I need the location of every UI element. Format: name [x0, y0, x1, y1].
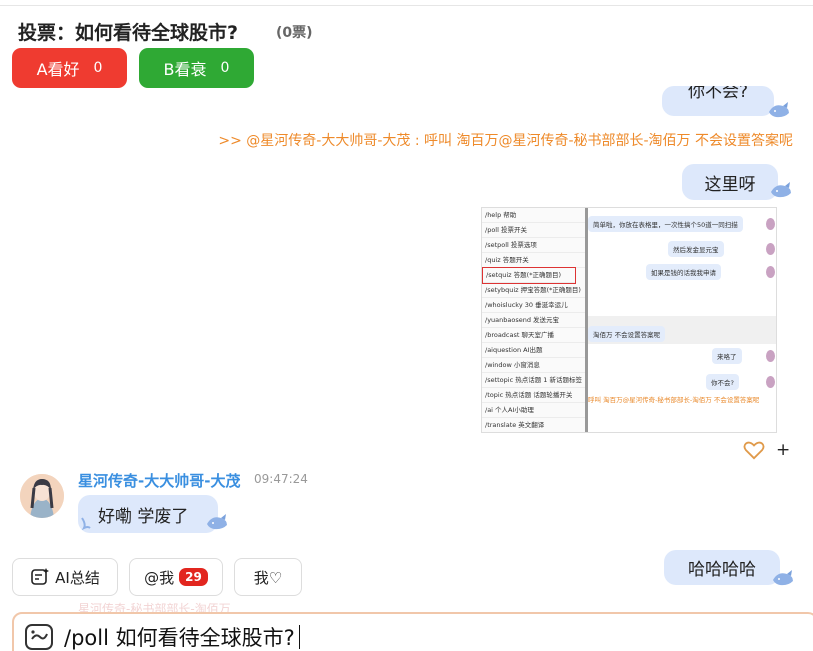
- vote-option-b-count: 0: [220, 60, 230, 76]
- whale-sticker-icon: [771, 182, 791, 198]
- command-item: /help 帮助: [482, 208, 585, 223]
- vote-option-a-count: 0: [93, 60, 103, 76]
- message-bubble-user: 好嘞 学废了: [78, 495, 218, 533]
- ai-summary-label: AI总结: [55, 568, 100, 587]
- ai-summary-button[interactable]: AI总结: [12, 558, 118, 596]
- mini-bubble: 如果是钱的话我我申请: [646, 264, 721, 280]
- command-item: /topic 热点话题 话题轮播开关: [482, 388, 585, 403]
- text-caret: [298, 625, 300, 649]
- mini-bubble: 来咯了: [712, 348, 742, 364]
- message-bubble-haha: 哈哈哈哈: [664, 550, 780, 585]
- mini-bubble: 简单啦，你放在表格里，一次性搞个50道一同扫描: [588, 216, 743, 232]
- whale-sticker-icon: [769, 102, 789, 118]
- command-item: /yuanbaosend 发送元宝: [482, 313, 585, 328]
- my-likes-label: 我♡: [253, 568, 283, 587]
- command-item: /ai 个人AI小助理: [482, 403, 585, 418]
- command-list: /help 帮助 /poll 投票开关 /setpoll 投票选项 /quiz …: [482, 208, 588, 432]
- whale-sticker-icon: [773, 570, 793, 586]
- message-timestamp: 09:47:24: [254, 472, 308, 486]
- command-item-highlighted: /setquiz 答题(*正确题目): [482, 267, 576, 284]
- whale-tail-icon: [81, 517, 91, 530]
- command-item: /window 小窗消息: [482, 358, 585, 373]
- command-item: /quiz 答题开关: [482, 253, 585, 268]
- mini-bubble: 淘佰万 不会设置答案呢: [588, 326, 666, 342]
- mini-bubble: 然后发金显元宝: [668, 241, 724, 257]
- message-bubble-partial: 你不会?: [662, 86, 774, 116]
- plus-icon[interactable]: +: [776, 440, 790, 460]
- screenshot-chat-area: 简单啦，你放在表格里，一次性搞个50道一同扫描 然后发金显元宝 如果是钱的话我我…: [588, 208, 776, 432]
- avatar: [766, 376, 775, 388]
- avatar: [766, 266, 775, 278]
- command-item: /setybquiz 押宝答题(*正确题目): [482, 283, 585, 298]
- command-item: /broadcast 聊天室广播: [482, 328, 585, 343]
- unread-badge: 29: [179, 568, 208, 586]
- command-item: /setpoll 投票选项: [482, 238, 585, 253]
- my-likes-button[interactable]: 我♡: [234, 558, 302, 596]
- top-divider: [0, 5, 813, 6]
- vote-option-b-button[interactable]: B看衰 0: [139, 48, 254, 88]
- whale-sticker-icon: [207, 514, 227, 530]
- chat-room: 投票：如何看待全球股市? (0票) A看好 0 B看衰 0 你不会? >> @星…: [0, 0, 813, 651]
- avatar: [766, 218, 775, 230]
- avatar-illustration-icon: [20, 474, 64, 518]
- poll-title: 投票：如何看待全球股市?: [18, 22, 239, 44]
- message-text: 好嘞 学废了: [98, 506, 189, 527]
- avatar: [766, 243, 775, 255]
- vote-option-a-label: A看好: [36, 60, 80, 79]
- message-input-value: /poll 如何看待全球股市?: [64, 626, 295, 650]
- avatar[interactable]: [20, 474, 64, 518]
- message-text: 哈哈哈哈: [688, 560, 756, 580]
- mini-quote: 呼叫 淘百万@星河传奇-秘书部部长-淘佰万 不会设置答案呢: [588, 396, 760, 404]
- message-input-box[interactable]: /poll 如何看待全球股市?: [12, 612, 813, 651]
- vote-option-a-button[interactable]: A看好 0: [12, 48, 127, 88]
- mini-bubble: 你不会?: [706, 374, 739, 390]
- message-input[interactable]: /poll 如何看待全球股市?: [64, 622, 300, 651]
- sticker-icon[interactable]: [24, 623, 54, 651]
- at-me-label: @我: [144, 568, 175, 587]
- command-item: /whoislucky 30 垂涎幸运儿: [482, 298, 585, 313]
- command-item: /translate 英文翻译: [482, 418, 585, 432]
- command-item: /aiquestion AI出题: [482, 343, 585, 358]
- message-bubble-here: 这里呀: [682, 164, 778, 200]
- vote-option-b-label: B看衰: [163, 60, 207, 79]
- message-text: 这里呀: [704, 174, 756, 195]
- command-item: /settopic 热点话题 1 新话题标签: [482, 373, 585, 388]
- image-message-screenshot[interactable]: /help 帮助 /poll 投票开关 /setpoll 投票选项 /quiz …: [481, 207, 777, 433]
- avatar: [766, 350, 775, 362]
- at-me-button[interactable]: @我 29: [129, 558, 223, 596]
- quoted-message[interactable]: >> @星河传奇-大大帅哥-大茂 : 呼叫 淘百万@星河传奇-秘书部部长-淘佰万…: [218, 130, 793, 150]
- poll-vote-count: (0票): [276, 25, 313, 41]
- heart-icon[interactable]: [743, 440, 765, 460]
- sender-name[interactable]: 星河传奇-大大帅哥-大茂: [78, 470, 240, 491]
- ai-summary-icon: [31, 568, 50, 585]
- message-text: 你不会?: [687, 86, 749, 102]
- command-item: /poll 投票开关: [482, 223, 585, 238]
